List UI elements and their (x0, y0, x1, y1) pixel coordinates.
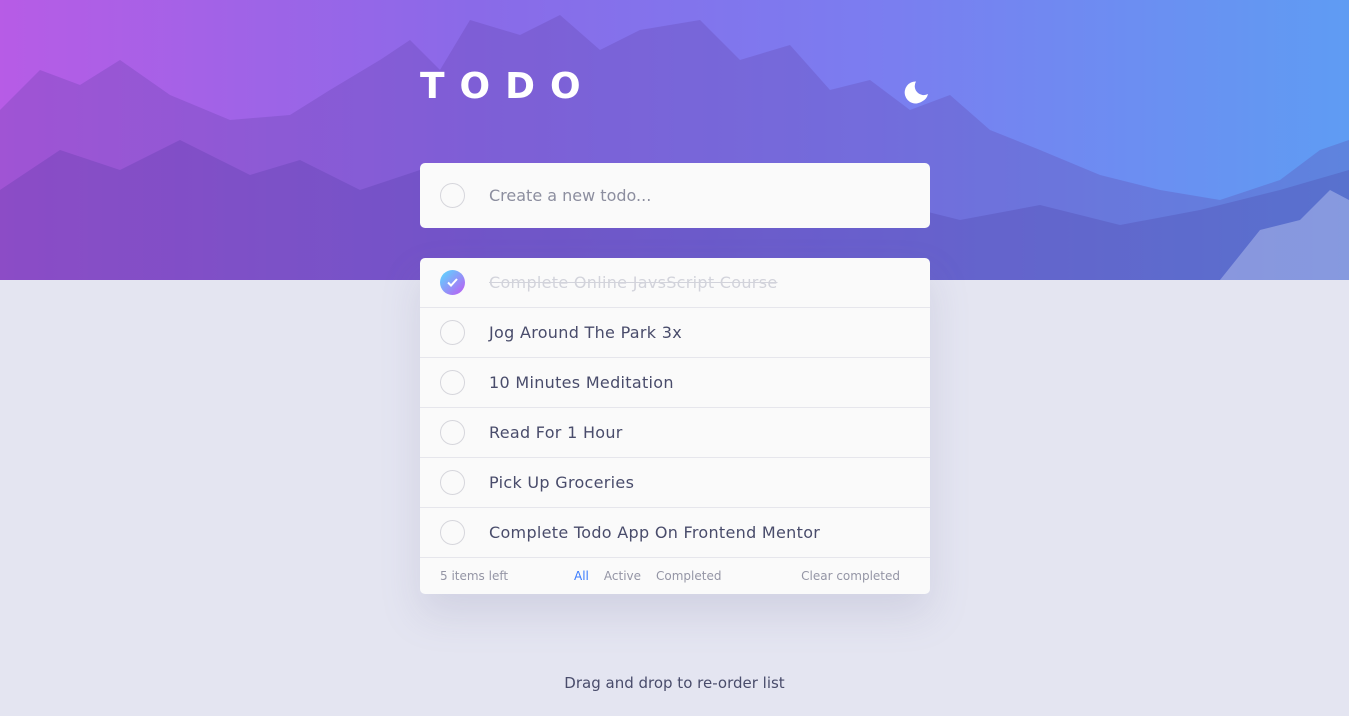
clear-completed-button[interactable]: Clear completed (801, 569, 900, 583)
todo-checkbox[interactable] (440, 420, 465, 445)
new-todo-input[interactable] (489, 186, 889, 205)
filter-group: All Active Completed (574, 569, 721, 583)
todo-item[interactable]: Read For 1 Hour (420, 408, 930, 458)
todo-label: Complete Todo App On Frontend Mentor (489, 523, 821, 542)
todo-item[interactable]: Jog Around The Park 3x (420, 308, 930, 358)
todo-checkbox[interactable] (440, 470, 465, 495)
header-background-image (0, 0, 1349, 280)
todo-label: Pick Up Groceries (489, 473, 635, 492)
theme-toggle-button[interactable] (902, 77, 932, 107)
filter-completed[interactable]: Completed (656, 569, 721, 583)
todo-label: Complete Online JavsScript Course (489, 273, 778, 292)
new-todo-panel (420, 163, 930, 228)
moon-icon (904, 81, 928, 104)
filter-active[interactable]: Active (604, 569, 641, 583)
todo-checkbox[interactable] (440, 320, 465, 345)
todo-item[interactable]: 10 Minutes Meditation (420, 358, 930, 408)
filter-all[interactable]: All (574, 569, 589, 583)
todo-checkbox[interactable] (440, 520, 465, 545)
new-todo-checkbox[interactable] (440, 183, 465, 208)
todo-list: Complete Online JavsScript Course Jog Ar… (420, 258, 930, 594)
todo-item[interactable]: Complete Todo App On Frontend Mentor (420, 508, 930, 558)
check-icon (447, 278, 458, 287)
mountains-illustration (0, 15, 1349, 280)
todo-item[interactable]: Complete Online JavsScript Course (420, 258, 930, 308)
todo-checkbox-checked[interactable] (440, 270, 465, 295)
todo-label: Jog Around The Park 3x (489, 323, 682, 342)
todo-item[interactable]: Pick Up Groceries (420, 458, 930, 508)
drag-hint: Drag and drop to re-order list (564, 674, 785, 692)
app-title: TODO (420, 66, 596, 107)
list-footer: 5 items left All Active Completed Clear … (420, 558, 930, 594)
items-left-count: 5 items left (440, 569, 509, 583)
todo-label: 10 Minutes Meditation (489, 373, 674, 392)
todo-label: Read For 1 Hour (489, 423, 623, 442)
todo-checkbox[interactable] (440, 370, 465, 395)
